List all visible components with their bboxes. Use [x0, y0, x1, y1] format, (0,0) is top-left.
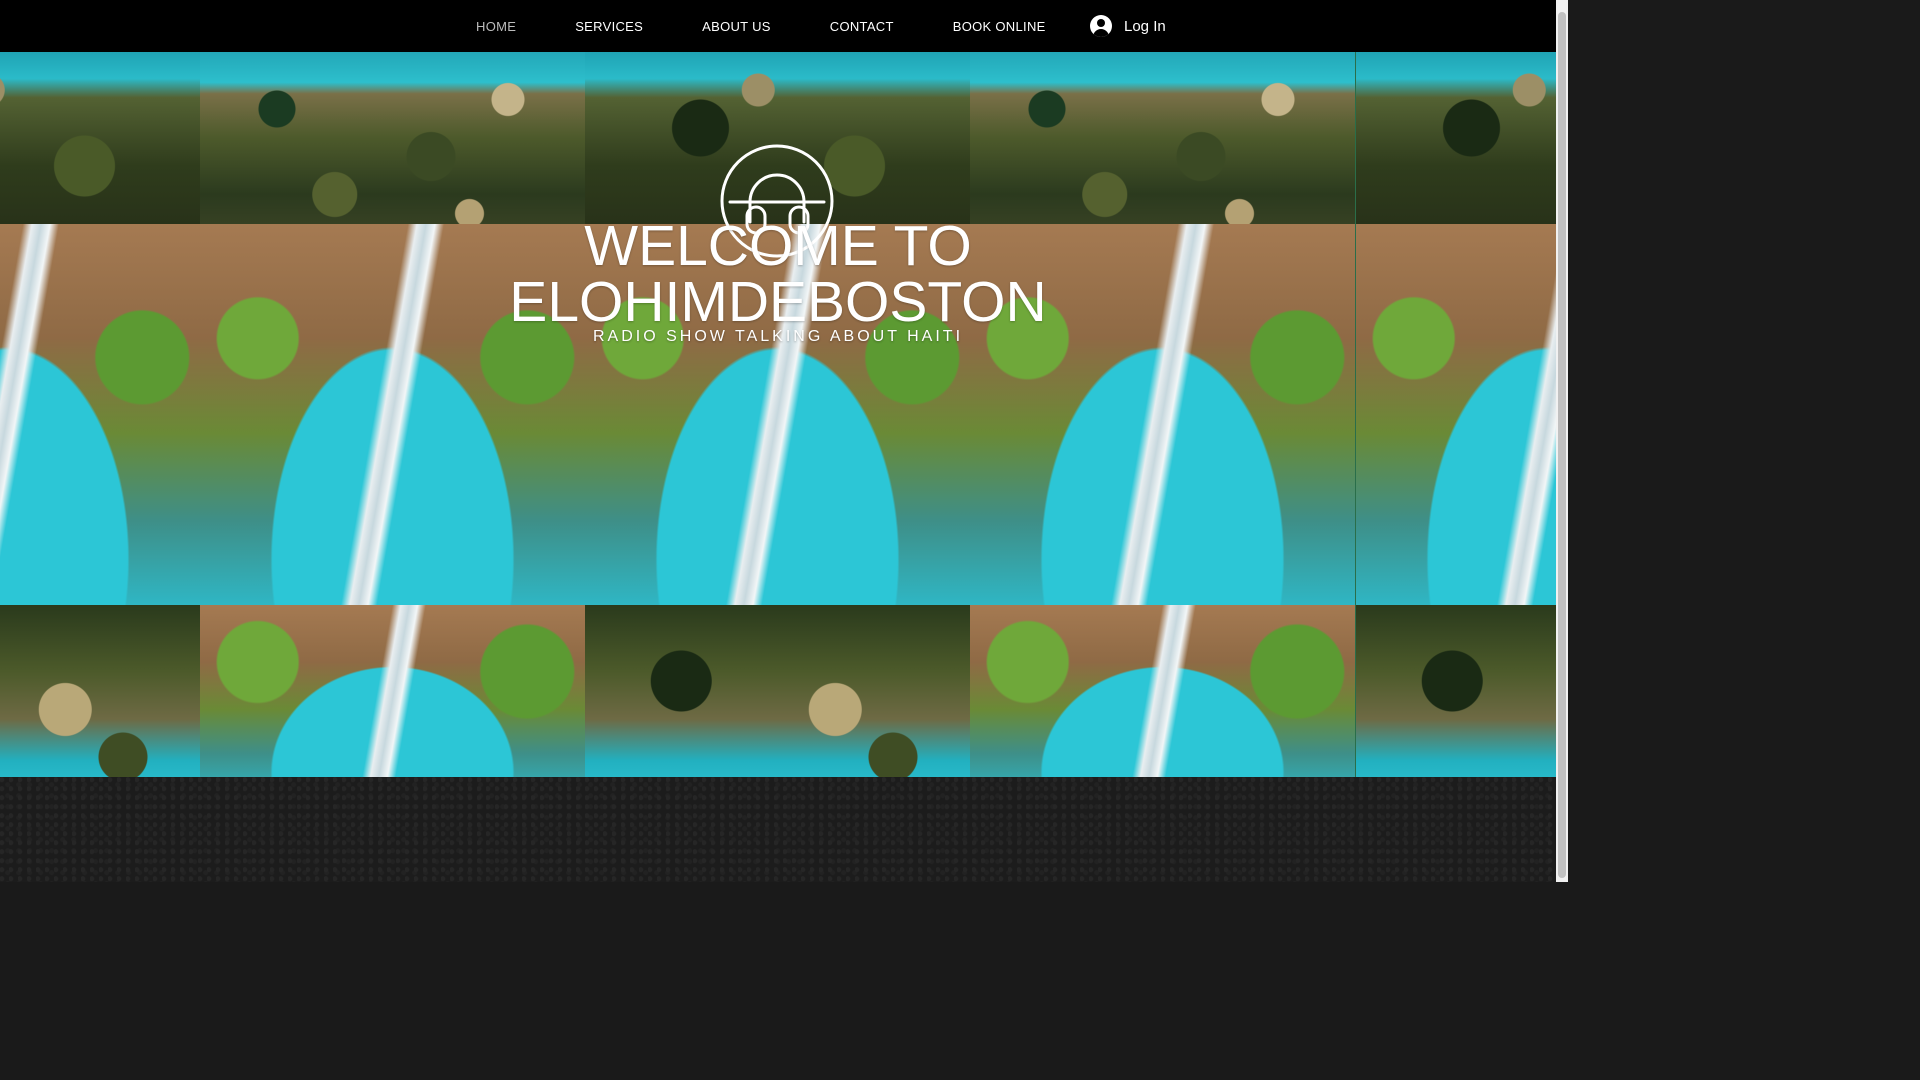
hero-section: WELCOME TO ELOHIMDEBOSTON RADIO SHOW TAL…: [0, 52, 1556, 777]
collage-tile: [1356, 52, 1556, 242]
collage-tile: [1356, 605, 1556, 777]
hero-title-line1: WELCOME TO: [584, 214, 972, 278]
site-header: HOME SERVICES ABOUT US CONTACT BOOK ONLI…: [0, 0, 1556, 52]
collage-tile: [585, 605, 970, 777]
hero-title-line2: ELOHIMDEBOSTON: [509, 270, 1047, 334]
nav-item-home[interactable]: HOME: [476, 19, 516, 34]
login-label: Log In: [1124, 17, 1166, 35]
collage-tile: [0, 605, 200, 777]
login-button[interactable]: Log In: [1090, 13, 1166, 39]
dark-section: [0, 777, 1556, 882]
hero-subtitle: RADIO SHOW TALKING ABOUT HAITI: [592, 328, 964, 345]
user-avatar-icon: [1090, 15, 1112, 37]
nav-item-about-us[interactable]: ABOUT US: [702, 19, 771, 34]
nav-item-services[interactable]: SERVICES: [575, 19, 643, 34]
collage-tile: [0, 52, 200, 242]
collage-tile: [970, 52, 1355, 242]
hero-title: WELCOME TO ELOHIMDEBOSTON: [0, 214, 1556, 334]
nav-item-book-online[interactable]: BOOK ONLINE: [953, 19, 1046, 34]
collage-tile: [200, 605, 585, 777]
collage-tile: [970, 605, 1355, 777]
page: HOME SERVICES ABOUT US CONTACT BOOK ONLI…: [0, 0, 1568, 882]
scrollbar-thumb[interactable]: [1558, 12, 1566, 878]
collage-tile: [200, 52, 585, 242]
main-nav: HOME SERVICES ABOUT US CONTACT BOOK ONLI…: [476, 0, 1046, 52]
nav-item-contact[interactable]: CONTACT: [830, 19, 894, 34]
page-scrollbar[interactable]: [1556, 0, 1568, 882]
